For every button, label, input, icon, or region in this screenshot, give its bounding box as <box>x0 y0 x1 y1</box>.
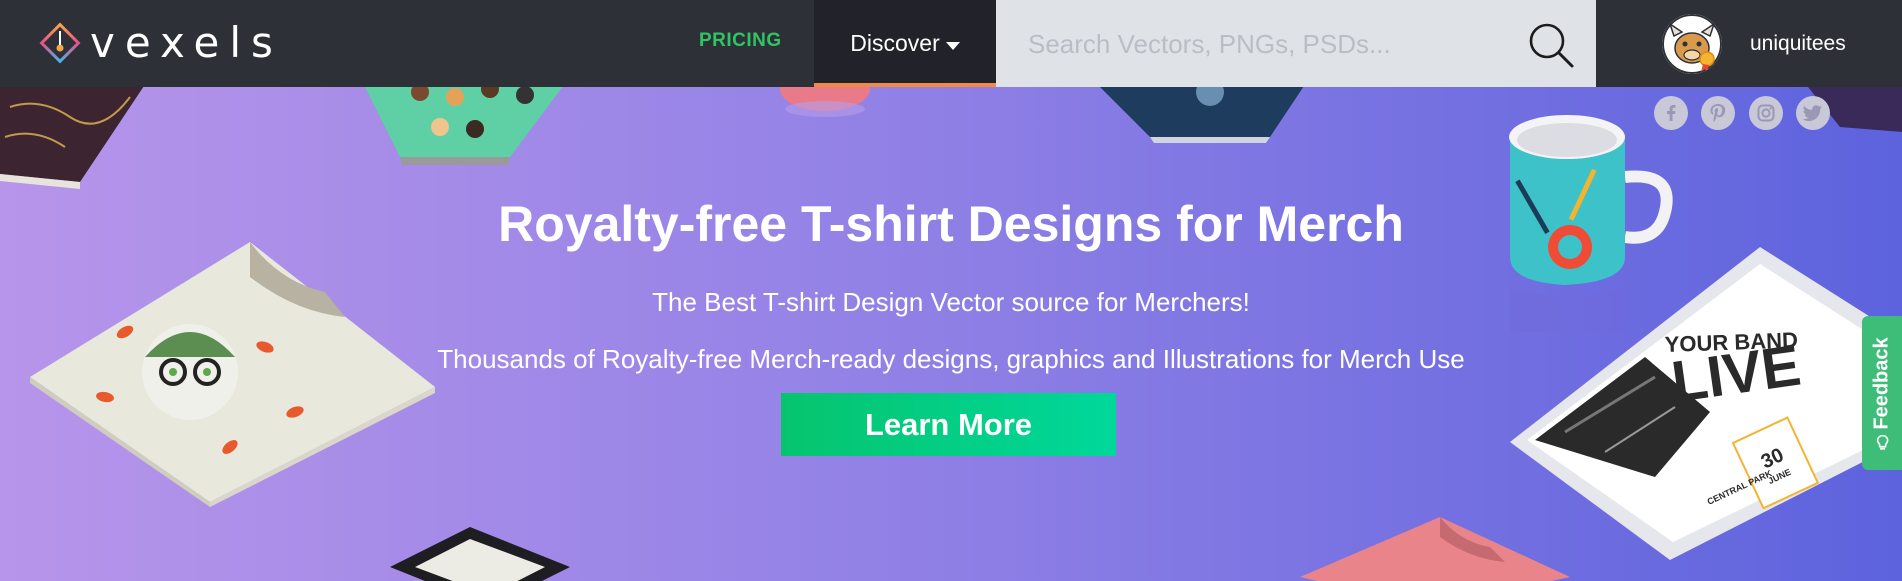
hero-title: Royalty-free T-shirt Designs for Merch <box>498 196 1404 252</box>
user-avatar[interactable] <box>1662 14 1722 74</box>
black-frame-mockup-image <box>390 527 570 581</box>
learn-more-button[interactable]: Learn More <box>781 393 1116 456</box>
top-navigation-bar: vexels PRICING Discover un <box>0 0 1902 87</box>
discover-menu[interactable]: Discover <box>814 0 996 87</box>
user-menu[interactable]: uniquitees <box>1662 14 1846 74</box>
pinterest-icon[interactable] <box>1701 96 1735 130</box>
vexels-logo-icon <box>39 22 81 64</box>
search-bar <box>996 0 1596 87</box>
feedback-label-wrapper: Feedback <box>1870 336 1894 450</box>
pink-button-mockup-image <box>780 87 870 117</box>
search-icon[interactable] <box>1526 20 1576 70</box>
vexels-logo-text: vexels <box>90 18 283 67</box>
instagram-icon[interactable] <box>1749 96 1783 130</box>
dark-shirt-mockup-image <box>0 87 144 189</box>
hero-banner: YOUR BAND LIVE 30 JUNE CENTRAL PARK Roya… <box>0 87 1902 581</box>
vexels-logo[interactable]: vexels <box>38 20 283 66</box>
caret-down-icon <box>945 41 960 50</box>
username[interactable]: uniquitees <box>1750 32 1846 56</box>
twitter-icon[interactable] <box>1796 96 1830 130</box>
dog-pattern-shirt-mockup-image <box>365 87 563 165</box>
hero-subtitle-secondary: Thousands of Royalty-free Merch-ready de… <box>437 344 1465 374</box>
feedback-label: Feedback <box>1870 336 1893 430</box>
twitter-glyph-icon <box>1802 105 1822 121</box>
feedback-tab[interactable]: Feedback <box>1862 316 1902 470</box>
instagram-glyph-icon <box>1757 104 1775 122</box>
pinterest-glyph-icon <box>1710 104 1726 123</box>
facebook-glyph-icon <box>1667 105 1676 121</box>
avatar-mascot-icon <box>1662 14 1722 74</box>
search-input[interactable] <box>1026 22 1500 66</box>
hero-subtitle-primary: The Best T-shirt Design Vector source fo… <box>652 287 1250 317</box>
navy-poster-mockup-image <box>1100 87 1304 143</box>
discover-active-indicator <box>814 83 996 87</box>
lightbulb-icon <box>1876 434 1888 450</box>
facebook-icon[interactable] <box>1654 96 1688 130</box>
discover-label: Discover <box>850 30 940 56</box>
pricing-link[interactable]: PRICING <box>699 30 782 52</box>
